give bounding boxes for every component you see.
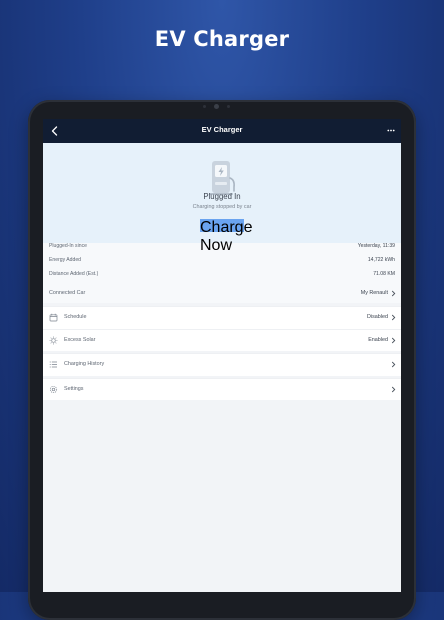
- detail-label: Distance Added (Est.): [49, 271, 99, 277]
- connected-car-row[interactable]: Connected Car My Renault: [43, 285, 401, 303]
- sensor-dot: [203, 105, 206, 108]
- chevron-right-icon: [391, 361, 396, 368]
- sensor-dot: [227, 105, 230, 108]
- camera-dot: [214, 104, 219, 109]
- ev-charger-icon: [209, 161, 235, 195]
- schedule-item[interactable]: Schedule Disabled: [43, 306, 401, 329]
- excess-solar-item[interactable]: Excess Solar Enabled: [43, 328, 401, 351]
- charging-history-item[interactable]: Charging History: [43, 353, 401, 376]
- chevron-right-icon: [391, 386, 396, 392]
- chevron-right-icon: [391, 314, 396, 321]
- page-title: EV Charger: [201, 125, 243, 134]
- gear-icon: [49, 385, 58, 393]
- item-label: Excess Solar: [64, 336, 96, 343]
- charging-status: Plugged In: [203, 192, 241, 201]
- settings-list: Schedule Disabled Excess Solar Enabled C…: [43, 306, 401, 400]
- detail-row: Distance Added (Est.) 71.08 KM: [49, 271, 395, 277]
- app-screen: EV Charger Plugged In Charging stopped b…: [43, 119, 401, 592]
- item-label: Charging History: [64, 361, 105, 367]
- item-value: Enabled: [368, 336, 388, 343]
- detail-label: Energy Added: [49, 257, 82, 263]
- charging-substatus: Charging stopped by car: [192, 204, 252, 210]
- item-label: Schedule: [64, 314, 87, 320]
- charge-now-button[interactable]: Charge Now: [200, 219, 252, 254]
- settings-item[interactable]: Settings: [43, 377, 401, 400]
- chevron-right-icon: [391, 337, 396, 343]
- list-icon: [49, 361, 57, 368]
- calendar-icon: [49, 313, 58, 322]
- connected-car-value: My Renault: [360, 290, 388, 296]
- item-value: Disabled: [367, 314, 388, 320]
- detail-value: 14,722 kWh: [367, 257, 395, 263]
- detail-value: Yesterday, 11:39: [357, 243, 395, 249]
- item-label: Settings: [64, 385, 84, 392]
- detail-label: Plugged-In since: [49, 243, 87, 249]
- promo-title: EV Charger: [154, 27, 290, 51]
- app-bar: EV Charger: [43, 119, 401, 143]
- detail-value: 71.08 KM: [373, 271, 395, 277]
- connected-car-label: Connected Car: [49, 290, 86, 296]
- detail-row: Energy Added 14,722 kWh: [49, 257, 395, 263]
- sun-icon: [49, 336, 58, 344]
- more-icon[interactable]: [387, 129, 395, 132]
- chevron-right-icon: [391, 290, 396, 297]
